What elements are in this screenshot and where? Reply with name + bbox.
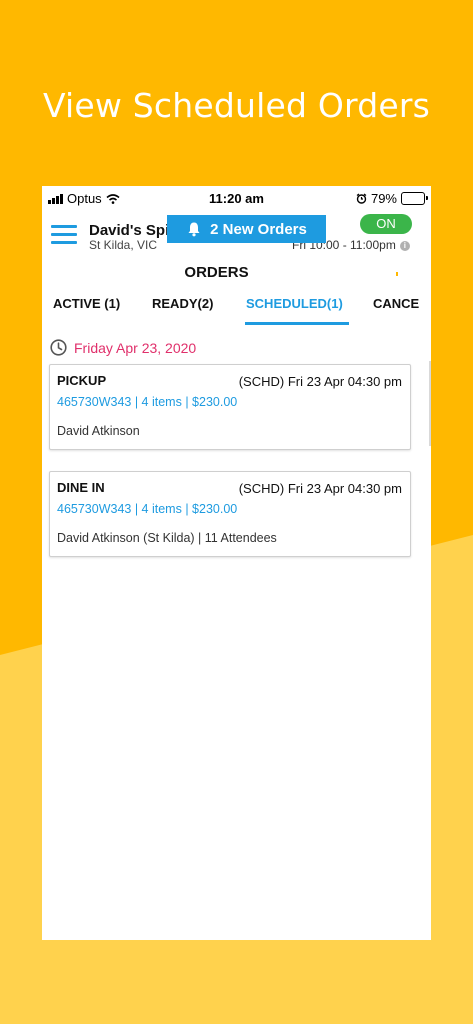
hamburger-menu-icon[interactable] bbox=[51, 225, 77, 245]
order-schedule: (SCHD) Fri 23 Apr 04:30 pm bbox=[238, 481, 402, 496]
date-heading: Friday Apr 23, 2020 bbox=[50, 339, 196, 356]
title-accent-mark bbox=[396, 272, 398, 276]
order-summary: 465730W343 | 4 items | $230.00 bbox=[57, 395, 238, 409]
page-title: ORDERS bbox=[184, 264, 249, 281]
tab-cancelled[interactable]: CANCE bbox=[373, 296, 419, 311]
restaurant-name: David's Spi bbox=[89, 222, 170, 239]
tab-active[interactable]: ACTIVE (1) bbox=[53, 296, 120, 311]
order-schedule: (SCHD) Fri 23 Apr 04:30 pm bbox=[238, 374, 402, 389]
order-customer: David Atkinson (St Kilda) | 11 Attendees bbox=[57, 531, 277, 545]
new-orders-label: 2 New Orders bbox=[210, 220, 307, 238]
online-toggle[interactable]: ON bbox=[360, 214, 412, 234]
tab-ready[interactable]: READY(2) bbox=[152, 296, 213, 311]
clock-icon bbox=[50, 339, 67, 356]
battery-percent: 79% bbox=[370, 191, 397, 206]
info-icon[interactable]: i bbox=[399, 240, 410, 251]
phone-screen: Optus 11:20 am 79% David's Spi St Kilda,… bbox=[42, 186, 431, 940]
order-tabs: ACTIVE (1) READY(2) SCHEDULED(1) CANCE bbox=[42, 296, 431, 326]
alarm-icon bbox=[356, 193, 367, 204]
promo-title: View Scheduled Orders bbox=[42, 86, 431, 125]
status-bar: Optus 11:20 am 79% bbox=[42, 186, 431, 210]
new-orders-banner[interactable]: 2 New Orders bbox=[167, 215, 326, 243]
date-text: Friday Apr 23, 2020 bbox=[74, 339, 197, 356]
tab-scheduled[interactable]: SCHEDULED(1) bbox=[246, 296, 343, 311]
app-header: David's Spi St Kilda, VIC Fri 10:00 - 11… bbox=[42, 210, 431, 260]
order-summary: 465730W343 | 4 items | $230.00 bbox=[57, 502, 238, 516]
order-card-dine-in[interactable]: DINE IN (SCHD) Fri 23 Apr 04:30 pm 46573… bbox=[49, 471, 411, 557]
bell-icon bbox=[188, 222, 200, 237]
restaurant-location: St Kilda, VIC bbox=[89, 238, 158, 252]
order-card-pickup[interactable]: PICKUP (SCHD) Fri 23 Apr 04:30 pm 465730… bbox=[49, 364, 411, 450]
scrollbar[interactable] bbox=[429, 361, 431, 446]
battery-icon bbox=[401, 192, 428, 205]
active-tab-indicator bbox=[245, 322, 349, 325]
order-type: PICKUP bbox=[57, 373, 107, 388]
order-type: DINE IN bbox=[57, 480, 105, 495]
order-customer: David Atkinson bbox=[57, 424, 140, 438]
